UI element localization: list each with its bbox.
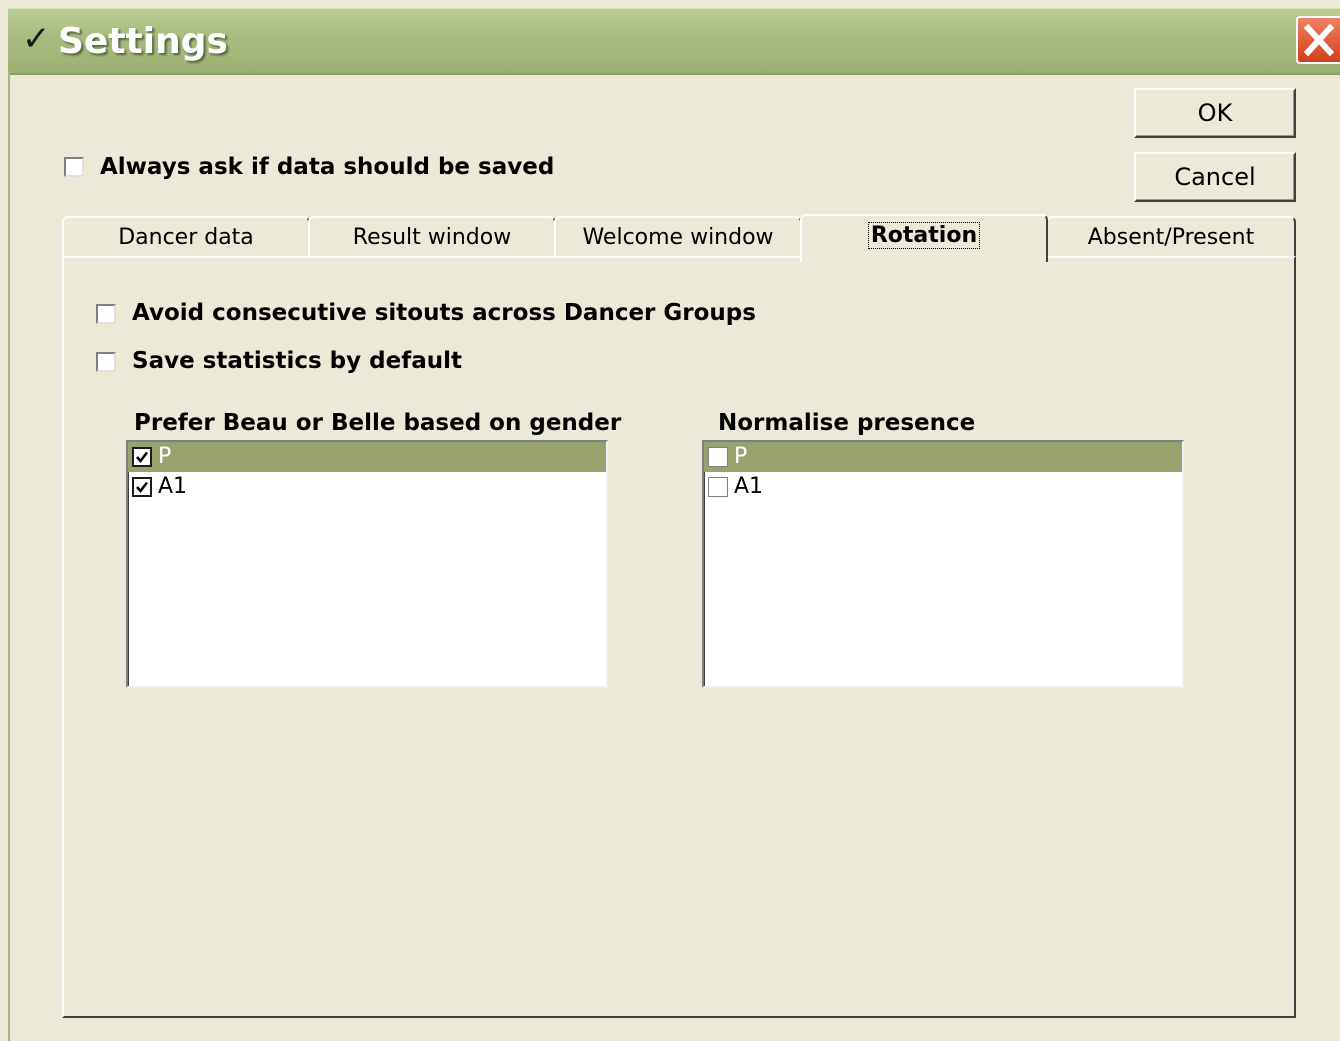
list-item[interactable]: A1 [704, 472, 1182, 502]
prefer-heading: Prefer Beau or Belle based on gender [134, 410, 622, 436]
item-checkbox[interactable] [132, 477, 152, 497]
item-checkbox[interactable] [708, 477, 728, 497]
tab-label: Rotation [867, 222, 981, 249]
tab-label: Absent/Present [1087, 225, 1255, 250]
checkmark-icon [136, 481, 148, 493]
cancel-button[interactable]: Cancel [1134, 152, 1296, 202]
item-checkbox[interactable] [708, 447, 728, 467]
always-ask-label[interactable]: Always ask if data should be saved [100, 154, 554, 180]
settings-dialog: ✓ Settings OK Cancel Always ask if data … [0, 0, 1340, 1041]
avoid-sitouts-checkbox[interactable] [96, 304, 116, 324]
tab-dancer-data[interactable]: Dancer data [62, 216, 310, 258]
tab-rotation[interactable]: Rotation [800, 214, 1048, 262]
tab-label: Welcome window [582, 225, 774, 250]
avoid-sitouts-label[interactable]: Avoid consecutive sitouts across Dancer … [132, 300, 756, 326]
item-label: A1 [158, 474, 188, 499]
tab-label: Dancer data [118, 225, 254, 250]
item-label: P [158, 444, 172, 469]
tab-welcome-window[interactable]: Welcome window [554, 216, 802, 258]
normalise-listbox[interactable]: P A1 [702, 440, 1184, 688]
item-label: A1 [734, 474, 764, 499]
item-checkbox[interactable] [132, 447, 152, 467]
window-border [8, 72, 10, 1041]
close-button[interactable] [1296, 16, 1340, 64]
normalise-heading: Normalise presence [718, 410, 976, 436]
always-ask-checkbox[interactable] [64, 157, 84, 177]
save-statistics-label[interactable]: Save statistics by default [132, 348, 462, 374]
tab-label: Result window [352, 225, 512, 250]
item-label: P [734, 444, 748, 469]
checkmark-icon [136, 451, 148, 463]
list-item[interactable]: A1 [128, 472, 606, 502]
close-icon [1304, 24, 1334, 56]
list-item[interactable]: P [128, 442, 606, 472]
title-bar[interactable]: ✓ Settings [8, 8, 1340, 75]
list-item[interactable]: P [704, 442, 1182, 472]
tab-panel-rotation: Avoid consecutive sitouts across Dancer … [62, 256, 1296, 1018]
window-title: Settings [58, 21, 228, 62]
tab-result-window[interactable]: Result window [308, 216, 556, 258]
tab-absent-present[interactable]: Absent/Present [1046, 216, 1296, 258]
ok-button[interactable]: OK [1134, 88, 1296, 138]
prefer-listbox[interactable]: P A1 [126, 440, 608, 688]
save-statistics-checkbox[interactable] [96, 352, 116, 372]
checkmark-icon: ✓ [22, 19, 51, 59]
